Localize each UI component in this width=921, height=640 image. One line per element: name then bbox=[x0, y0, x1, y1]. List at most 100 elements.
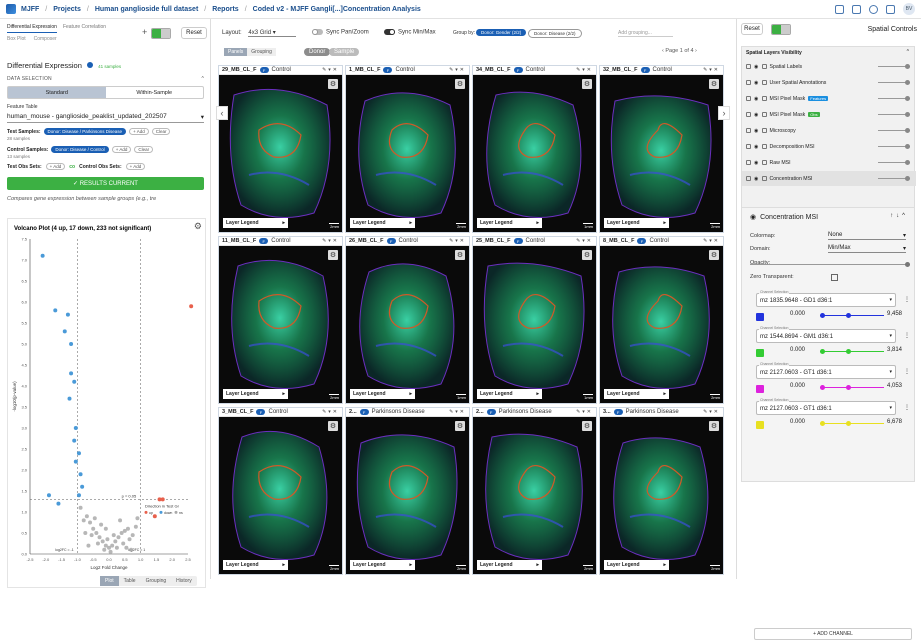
layer-opacity-slider[interactable] bbox=[878, 64, 910, 69]
visibility-eye-icon[interactable]: ◉ bbox=[754, 80, 759, 86]
panel-settings-gear-icon[interactable]: ⚙ bbox=[709, 421, 719, 431]
tab-box-plot[interactable]: Box Plot bbox=[7, 36, 26, 42]
msi-image[interactable]: ⚙ Layer Legend ▸ 2mm bbox=[219, 246, 342, 403]
channel-min-value[interactable]: 0.000 bbox=[790, 419, 805, 425]
tab-differential-expression[interactable]: Differential Expression bbox=[7, 24, 57, 33]
channel-max-knob[interactable] bbox=[846, 313, 851, 318]
layer-row[interactable]: ◉ Decomposition MSI bbox=[742, 139, 916, 154]
theme-toggle-icon[interactable] bbox=[869, 4, 878, 14]
filter-pill-sample[interactable]: Sample bbox=[329, 48, 360, 56]
panel-action-icons[interactable]: ✎▾✕ bbox=[322, 409, 339, 415]
visibility-eye-icon[interactable]: ◉ bbox=[754, 176, 759, 182]
channel-select[interactable]: Channel Selection mz 2127.0603 - GT1 d36… bbox=[756, 398, 896, 415]
panel-action-icons[interactable]: ✎▾✕ bbox=[449, 238, 466, 244]
view-toggle[interactable] bbox=[151, 28, 171, 39]
panel-settings-gear-icon[interactable]: ⚙ bbox=[582, 421, 592, 431]
control-obs-add-button[interactable]: + Add bbox=[125, 163, 146, 170]
app-logo-icon[interactable] bbox=[6, 4, 16, 14]
image-panel[interactable]: 29_MB_CL_F F Control ✎▾✕ ⚙ Layer Legend ▸… bbox=[218, 65, 343, 233]
mode-within-sample[interactable]: Within-Sample bbox=[106, 87, 204, 98]
results-current-button[interactable]: ✓ RESULTS CURRENT bbox=[7, 177, 204, 190]
plot-settings-gear-icon[interactable]: ⚙ bbox=[194, 221, 202, 232]
test-clear-button[interactable]: Clear bbox=[151, 128, 171, 135]
layer-settings-icon[interactable] bbox=[761, 176, 767, 181]
bookmark-icon[interactable] bbox=[852, 4, 861, 14]
channel-min-value[interactable]: 0.000 bbox=[790, 383, 805, 389]
control-clear-button[interactable]: Clear bbox=[134, 146, 154, 153]
panel-action-icons[interactable]: ✎▾✕ bbox=[576, 238, 593, 244]
msi-image[interactable]: ⚙ Layer Legend ▸ 2mm bbox=[346, 75, 469, 232]
eye-icon[interactable]: ◉ bbox=[750, 213, 756, 221]
add-grouping-input[interactable]: Add grouping... bbox=[618, 30, 673, 37]
channel-range-slider[interactable] bbox=[820, 313, 884, 318]
panel-action-icons[interactable]: ✎▾✕ bbox=[703, 409, 720, 415]
panel-settings-gear-icon[interactable]: ⚙ bbox=[582, 79, 592, 89]
layer-legend-button[interactable]: Layer Legend ▸ bbox=[350, 560, 415, 570]
channel-max-knob[interactable] bbox=[846, 421, 851, 426]
image-panel[interactable]: 2... F Parkinsons Disease ✎▾✕ ⚙ Layer Le… bbox=[472, 407, 597, 575]
control-sample-chip[interactable]: Donor: Disease / Control bbox=[51, 146, 109, 153]
layer-legend-button[interactable]: Layer Legend ▸ bbox=[350, 389, 415, 399]
layer-legend-button[interactable]: Layer Legend ▸ bbox=[477, 389, 542, 399]
panel-settings-gear-icon[interactable]: ⚙ bbox=[455, 79, 465, 89]
mode-toggle[interactable]: Standard Within-Sample bbox=[7, 86, 204, 99]
channel-select[interactable]: Channel Selection mz 1835.9648 - GD1 d36… bbox=[756, 290, 896, 307]
layer-opacity-slider[interactable] bbox=[878, 176, 910, 181]
colormap-select[interactable]: None ▾ bbox=[828, 232, 906, 240]
channel-range-slider[interactable] bbox=[820, 385, 884, 390]
channel-more-icon[interactable]: ⋮ bbox=[904, 332, 910, 339]
tab-table[interactable]: Table bbox=[119, 576, 141, 586]
channel-more-icon[interactable]: ⋮ bbox=[904, 404, 910, 411]
layer-legend-button[interactable]: Layer Legend ▸ bbox=[477, 560, 542, 570]
channel-more-icon[interactable]: ⋮ bbox=[904, 296, 910, 303]
visibility-eye-icon[interactable]: ◉ bbox=[754, 160, 759, 166]
msi-image[interactable]: ⚙ Layer Legend ▸ 1mm bbox=[346, 246, 469, 403]
channel-visibility-checkbox[interactable] bbox=[756, 385, 764, 393]
layer-opacity-slider[interactable] bbox=[878, 160, 910, 165]
layer-legend-button[interactable]: Layer Legend ▸ bbox=[604, 560, 669, 570]
layer-legend-button[interactable]: Layer Legend ▸ bbox=[223, 218, 288, 228]
channel-range-slider[interactable] bbox=[820, 349, 884, 354]
msi-image[interactable]: ⚙ Layer Legend ▸ 1mm bbox=[473, 246, 596, 403]
channel-min-knob[interactable] bbox=[820, 349, 825, 354]
sync-pan-toggle[interactable]: Sync Pan/Zoom bbox=[312, 29, 369, 36]
domain-select[interactable]: Min/Max ▾ bbox=[828, 245, 906, 253]
layer-settings-icon[interactable] bbox=[761, 64, 767, 69]
reset-button[interactable]: Reset bbox=[181, 27, 207, 39]
channel-max-value[interactable]: 3,814 bbox=[887, 347, 902, 353]
msi-image[interactable]: ⚙ Layer Legend ▸ 2mm bbox=[346, 417, 469, 574]
group-chip-gender[interactable]: Donor: Gender (2/2) bbox=[476, 29, 527, 36]
notifications-icon[interactable] bbox=[886, 4, 895, 14]
group-chip-disease[interactable]: Donor: Disease (2/2) bbox=[528, 29, 582, 38]
control-add-button[interactable]: + Add bbox=[111, 146, 132, 153]
breadcrumb-dataset[interactable]: Human ganglioside full dataset bbox=[95, 6, 198, 13]
image-panel[interactable]: 3_MB_CL_F F Control ✎▾✕ ⚙ Layer Legend ▸ … bbox=[218, 407, 343, 575]
msi-image[interactable]: ⚙ Layer Legend ▸ 2mm bbox=[473, 417, 596, 574]
channel-max-knob[interactable] bbox=[846, 385, 851, 390]
layer-settings-icon[interactable] bbox=[761, 112, 767, 117]
spatial-reset-button[interactable]: Reset bbox=[741, 23, 763, 35]
panel-action-icons[interactable]: ✎▾✕ bbox=[576, 409, 593, 415]
test-sample-chip[interactable]: Donor: Disease / Parkinsons Disease bbox=[43, 128, 127, 135]
image-panel[interactable]: 3... F Parkinsons Disease ✎▾✕ ⚙ Layer Le… bbox=[599, 407, 724, 575]
layer-legend-button[interactable]: Layer Legend ▸ bbox=[604, 389, 669, 399]
panel-action-icons[interactable]: ✎▾✕ bbox=[322, 67, 339, 73]
next-page-icon[interactable]: › bbox=[695, 48, 697, 54]
msi-image[interactable]: ⚙ Layer Legend ▸ 2mm bbox=[600, 75, 723, 232]
image-panel[interactable]: 25_MB_CL_F F Control ✎▾✕ ⚙ Layer Legend ▸… bbox=[472, 236, 597, 404]
collapse-icon[interactable]: ^ bbox=[201, 76, 204, 82]
layer-row[interactable]: ◉ Concentration MSI bbox=[742, 171, 916, 186]
panel-action-icons[interactable]: ✎▾✕ bbox=[449, 67, 466, 73]
msi-image[interactable]: ⚙ Layer Legend ▸ 2mm bbox=[219, 75, 342, 232]
channel-min-knob[interactable] bbox=[820, 385, 825, 390]
layer-row[interactable]: ◉ Spatial Labels bbox=[742, 59, 916, 74]
channel-min-knob[interactable] bbox=[820, 421, 825, 426]
breadcrumb-home[interactable]: MJFF bbox=[21, 6, 39, 13]
mode-standard[interactable]: Standard bbox=[8, 87, 106, 98]
layer-legend-button[interactable]: Layer Legend ▸ bbox=[350, 218, 415, 228]
visibility-eye-icon[interactable]: ◉ bbox=[754, 128, 759, 134]
channel-select[interactable]: Channel Selection mz 1544.8694 - GM1 d36… bbox=[756, 326, 896, 343]
channel-visibility-checkbox[interactable] bbox=[756, 349, 764, 357]
panel-settings-gear-icon[interactable]: ⚙ bbox=[328, 79, 338, 89]
layer-opacity-slider[interactable] bbox=[878, 80, 910, 85]
